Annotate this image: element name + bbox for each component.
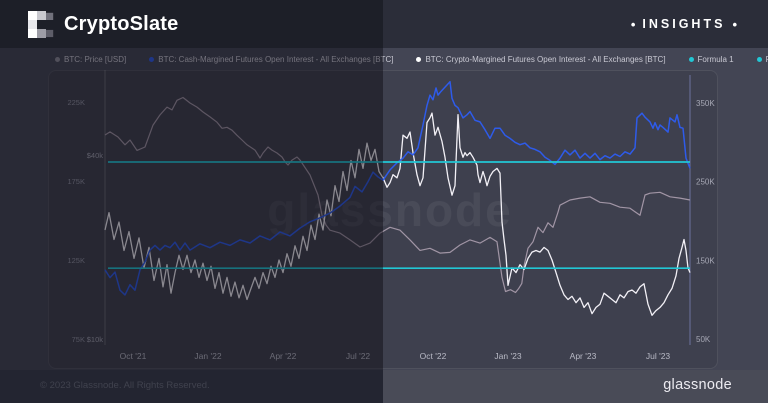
legend-item-cash-margined-oi[interactable]: BTC: Cash-Margined Futures Open Interest… — [149, 55, 393, 64]
legend-item-price[interactable]: BTC: Price [USD] — [55, 55, 126, 64]
y-tick-label-oi-right: 150K — [696, 256, 715, 265]
y-tick-label-oi-left: 175K — [67, 177, 85, 186]
legend-item-formula-1[interactable]: Formula 1 — [688, 55, 734, 64]
x-tick-label: Jul '23 — [646, 351, 671, 361]
y-tick-label-oi-right: 350K — [696, 99, 715, 108]
page: glassnode Oct '21 Jan '22 Apr '22 Jul '22 Oct… — [0, 0, 768, 403]
site-header: CryptoSlate • INSIGHTS • — [0, 0, 768, 48]
x-tick-label: Apr '22 — [270, 351, 297, 361]
cryptoslate-logo[interactable] — [28, 10, 55, 38]
legend-label: Formula 1 — [697, 55, 734, 64]
glassnode-wordmark[interactable]: glassnode — [663, 377, 732, 393]
legend-label: BTC: Cash-Margined Futures Open Interest… — [158, 55, 394, 64]
cash-oi-series-dot-icon — [149, 57, 155, 62]
insights-label: INSIGHTS — [642, 17, 726, 31]
x-tick-label: Oct '21 — [120, 351, 147, 361]
glassnode-watermark: glassnode — [267, 184, 513, 236]
chart-legend: BTC: Price [USD] BTC: Cash-Margined Futu… — [55, 55, 768, 64]
crypto-oi-series-dot-icon — [416, 57, 422, 62]
x-tick-label: Jul '22 — [346, 351, 371, 361]
y-tick-label-oi-right: 250K — [696, 178, 715, 187]
brand-title[interactable]: CryptoSlate — [64, 13, 178, 36]
y-tick-label-oi-left: 125K — [67, 256, 85, 265]
legend-label: BTC: Price [USD] — [64, 55, 127, 64]
y-tick-label-oi-left: 75K — [72, 335, 85, 344]
formula-2-dot-icon — [756, 57, 762, 62]
y-tick-label-price: $10k — [87, 335, 104, 344]
y-tick-label-oi-left: 225K — [67, 98, 85, 107]
x-tick-label: Jan '23 — [494, 351, 521, 361]
y-tick-label-oi-right: 50K — [696, 335, 711, 344]
x-tick-label: Jan '22 — [194, 351, 221, 361]
price-series-dot-icon — [55, 57, 60, 62]
site-footer: © 2023 Glassnode. All Rights Reserved. g… — [0, 370, 768, 403]
x-tick-label: Oct '22 — [420, 351, 447, 361]
legend-item-formula-2[interactable]: Formula 2 — [756, 55, 768, 64]
left-dot-icon: • — [630, 16, 636, 32]
legend-item-crypto-margined-oi[interactable]: BTC: Crypto-Margined Futures Open Intere… — [416, 55, 666, 64]
copyright-text: © 2023 Glassnode. All Rights Reserved. — [40, 380, 210, 391]
right-dot-icon: • — [732, 16, 737, 32]
y-tick-label-price: $40k — [87, 151, 104, 160]
legend-label: BTC: Crypto-Margined Futures Open Intere… — [425, 55, 666, 64]
formula-1-dot-icon — [688, 57, 694, 62]
x-tick-label: Apr '23 — [570, 351, 597, 361]
insights-nav-link[interactable]: • INSIGHTS • — [624, 0, 744, 48]
